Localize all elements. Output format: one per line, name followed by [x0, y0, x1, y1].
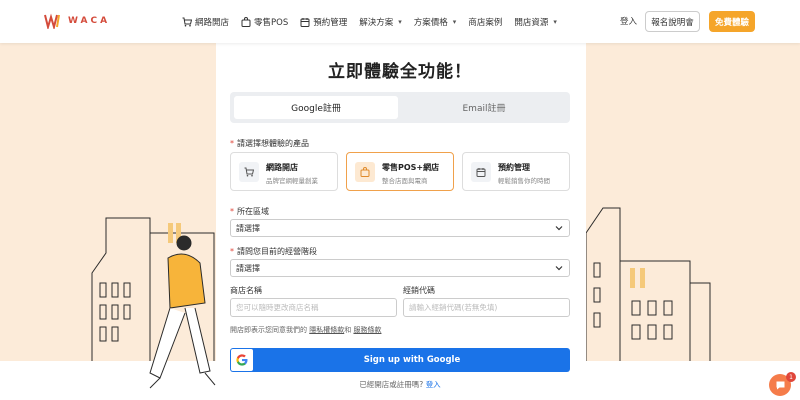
- waca-logo-icon: [44, 13, 60, 29]
- product-title: 零售POS+網店: [382, 163, 440, 172]
- cart-icon: [244, 167, 254, 177]
- tab-email-signup[interactable]: Email註冊: [402, 96, 566, 119]
- brand-logo[interactable]: WACA: [44, 13, 110, 29]
- dealer-code-input[interactable]: 請輸入經銷代碼(若無免填): [403, 298, 570, 317]
- chevron-down-icon: ▾: [553, 17, 557, 26]
- signup-tabs: Google註冊 Email註冊: [230, 92, 570, 123]
- google-signup-button[interactable]: Sign up with Google: [230, 348, 570, 372]
- privacy-policy-link[interactable]: 隱私權條款: [309, 326, 344, 334]
- store-name-label: 商店名稱: [230, 286, 262, 295]
- nav-label: 解決方案: [359, 17, 394, 28]
- existing-account-prompt: 已經開店或註冊嗎? 登入: [359, 380, 441, 389]
- terms-notice: 開店即表示您同意我們的 隱私權條款和 服務條款: [230, 326, 382, 334]
- nav-solutions[interactable]: 解決方案 ▾: [359, 16, 402, 28]
- signin-link[interactable]: 登入: [426, 380, 441, 389]
- info-session-button[interactable]: 報名說明會: [645, 11, 700, 32]
- chat-unread-badge: 1: [786, 372, 796, 382]
- nav-label: 商店案例: [468, 17, 503, 28]
- region-select[interactable]: 請選擇: [230, 219, 570, 237]
- stage-select[interactable]: 請選擇: [230, 259, 570, 277]
- top-navbar: WACA 網路開店 零售POS 預約管理 解決方案 ▾ 方案價格 ▾ 商店案例 …: [0, 0, 800, 43]
- stage-label: * 請問您目前的經營階段: [230, 247, 317, 256]
- product-title: 網路開店: [266, 163, 298, 172]
- nav-retail-pos[interactable]: 零售POS: [241, 16, 288, 28]
- nav-cases[interactable]: 商店案例: [468, 16, 502, 28]
- product-subtitle: 整合店面與電商: [382, 177, 428, 185]
- main-nav: 網路開店 零售POS 預約管理 解決方案 ▾ 方案價格 ▾ 商店案例 開店資源 …: [182, 0, 557, 43]
- cart-icon: [182, 17, 192, 26]
- store-name-input[interactable]: 您可以隨時更改商店名稱: [230, 298, 397, 317]
- product-option-pos[interactable]: 零售POS+網店 整合店面與電商: [346, 152, 454, 191]
- logo-text: WACA: [68, 16, 111, 26]
- product-option-online-store[interactable]: 網路開店 品牌官網輕量創業: [230, 152, 338, 191]
- nav-label: 網路開店: [195, 17, 230, 28]
- bag-icon: [360, 167, 370, 177]
- dealer-code-label: 經銷代碼: [403, 286, 435, 295]
- terms-of-service-link[interactable]: 服務條款: [353, 326, 381, 334]
- region-label: * 所在區域: [230, 207, 269, 216]
- free-trial-button[interactable]: 免費體驗: [709, 11, 755, 32]
- calendar-icon: [476, 168, 486, 177]
- bag-icon: [241, 16, 251, 27]
- tab-google-signup[interactable]: Google註冊: [234, 96, 398, 119]
- chevron-down-icon: ▾: [452, 17, 457, 26]
- nav-resources[interactable]: 開店資源 ▾: [514, 16, 557, 28]
- google-icon: [236, 354, 248, 366]
- chevron-down-icon: [555, 266, 563, 271]
- product-title: 預約管理: [498, 163, 530, 172]
- chevron-down-icon: [555, 226, 563, 231]
- nav-label: 預約管理: [313, 17, 348, 28]
- nav-pricing[interactable]: 方案價格 ▾: [414, 16, 457, 28]
- product-option-booking[interactable]: 預約管理 輕鬆銷售你的時間: [462, 152, 570, 191]
- product-subtitle: 輕鬆銷售你的時間: [498, 177, 550, 185]
- nav-label: 方案價格: [413, 17, 448, 28]
- product-subtitle: 品牌官網輕量創業: [266, 177, 318, 185]
- product-label: * 請選擇想體驗的產品: [230, 139, 309, 148]
- nav-online-store[interactable]: 網路開店: [182, 16, 229, 28]
- chat-icon: [776, 381, 784, 389]
- nav-booking[interactable]: 預約管理: [300, 16, 347, 28]
- nav-label: 零售POS: [254, 17, 289, 28]
- chevron-down-icon: ▾: [398, 17, 402, 26]
- google-button-label: Sign up with Google: [363, 355, 461, 365]
- nav-label: 開店資源: [514, 17, 549, 28]
- calendar-icon: [300, 17, 310, 27]
- page-title: 立即體驗全功能！: [328, 62, 472, 82]
- login-link[interactable]: 登入: [620, 15, 637, 27]
